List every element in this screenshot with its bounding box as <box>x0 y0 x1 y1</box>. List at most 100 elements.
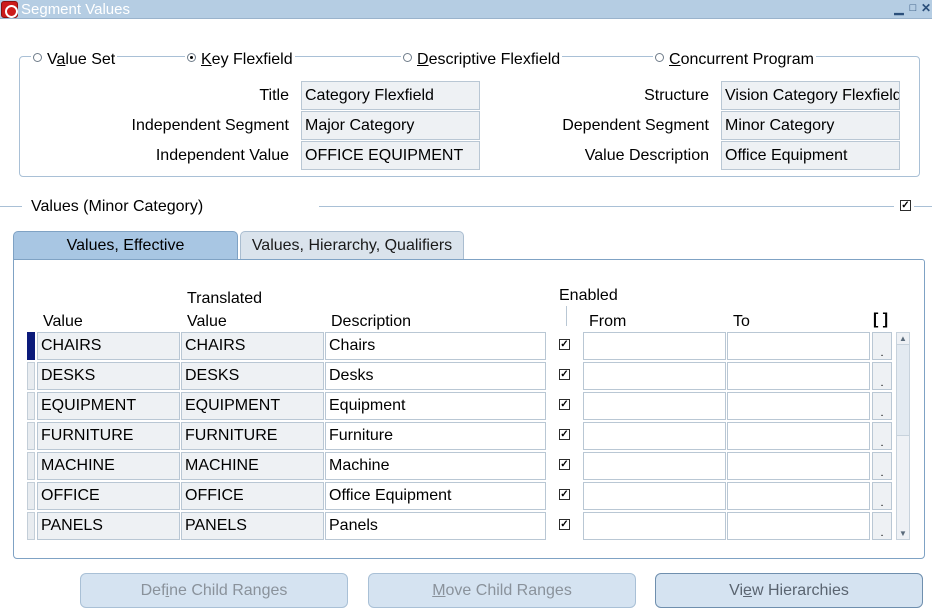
enabled-checkbox[interactable]: ✓ <box>559 519 570 530</box>
section-checkbox[interactable]: ✓ <box>900 200 911 211</box>
define-child-ranges-button[interactable]: Define Child Ranges <box>80 573 348 608</box>
enabled-checkbox[interactable]: ✓ <box>559 459 570 470</box>
radio-button-icon[interactable] <box>33 52 42 62</box>
window-title: Segment Values <box>21 1 130 18</box>
independent-segment-label: Independent Segment <box>131 117 289 134</box>
translated-value-cell[interactable]: FURNITURE <box>181 422 324 450</box>
description-cell[interactable]: Equipment <box>325 392 546 420</box>
translated-value-cell[interactable]: CHAIRS <box>181 332 324 360</box>
radio-descriptive-flexfield[interactable]: Descriptive Flexfield <box>401 50 563 70</box>
from-date-cell[interactable] <box>583 452 726 480</box>
value-cell[interactable]: FURNITURE <box>37 422 180 450</box>
row-indicator[interactable] <box>27 452 35 480</box>
row-indicator-current[interactable] <box>27 332 35 360</box>
to-date-cell[interactable] <box>727 482 870 510</box>
description-cell[interactable]: Machine <box>325 452 546 480</box>
minimize-icon[interactable]: ▁ <box>893 2 905 14</box>
enabled-checkbox[interactable]: ✓ <box>559 429 570 440</box>
scroll-thumb[interactable] <box>896 344 910 436</box>
translated-value-cell[interactable]: PANELS <box>181 512 324 540</box>
descriptive-flex-cell[interactable]: . <box>872 422 892 450</box>
value-cell[interactable]: OFFICE <box>37 482 180 510</box>
description-cell[interactable]: Panels <box>325 512 546 540</box>
from-date-cell[interactable] <box>583 422 726 450</box>
window-title-bar[interactable] <box>0 0 932 19</box>
radio-key-flexfield[interactable]: Key Flexfield <box>185 50 295 70</box>
translated-value-cell[interactable]: EQUIPMENT <box>181 392 324 420</box>
from-date-cell[interactable] <box>583 392 726 420</box>
translated-value-cell[interactable]: DESKS <box>181 362 324 390</box>
descriptive-flex-cell[interactable]: . <box>872 452 892 480</box>
descriptive-flex-cell[interactable]: . <box>872 512 892 540</box>
column-header-translated-value: Value <box>187 313 227 330</box>
description-cell[interactable]: Chairs <box>325 332 546 360</box>
to-date-cell[interactable] <box>727 422 870 450</box>
tab-values-effective[interactable]: Values, Effective <box>13 231 238 259</box>
from-date-cell[interactable] <box>583 362 726 390</box>
enabled-checkbox[interactable]: ✓ <box>559 399 570 410</box>
radio-button-icon[interactable] <box>403 52 412 62</box>
radio-button-selected-icon[interactable] <box>187 52 196 62</box>
translated-value-cell[interactable]: MACHINE <box>181 452 324 480</box>
descriptive-flex-cell[interactable]: . <box>872 392 892 420</box>
descriptive-flex-cell[interactable]: . <box>872 332 892 360</box>
close-icon[interactable]: ✕ <box>920 2 932 14</box>
descriptive-flex-cell[interactable]: . <box>872 362 892 390</box>
to-date-cell[interactable] <box>727 452 870 480</box>
radio-label: Key Flexfield <box>201 51 293 68</box>
enabled-checkbox[interactable]: ✓ <box>559 489 570 500</box>
scroll-up-icon[interactable]: ▲ <box>897 333 909 344</box>
header-divider <box>566 306 567 326</box>
column-header-from: From <box>589 313 627 330</box>
from-date-cell[interactable] <box>583 512 726 540</box>
column-header-to: To <box>733 313 750 330</box>
value-cell[interactable]: MACHINE <box>37 452 180 480</box>
enabled-checkbox[interactable]: ✓ <box>559 369 570 380</box>
structure-label: Structure <box>644 87 709 104</box>
row-indicator[interactable] <box>27 362 35 390</box>
tab-values-hierarchy-qualifiers[interactable]: Values, Hierarchy, Qualifiers <box>240 231 464 259</box>
to-date-cell[interactable] <box>727 362 870 390</box>
section-divider <box>319 206 894 207</box>
maximize-icon[interactable]: □ <box>907 2 919 14</box>
structure-field[interactable]: Vision Category Flexfield <box>721 81 900 110</box>
description-cell[interactable]: Office Equipment <box>325 482 546 510</box>
column-header-translated: Translated <box>187 290 262 307</box>
dependent-segment-label: Dependent Segment <box>562 117 709 134</box>
column-header-enabled: Enabled <box>559 287 618 304</box>
radio-label: Value Set <box>47 51 116 68</box>
radio-label: Descriptive Flexfield <box>417 51 561 68</box>
section-title: Values (Minor Category) <box>31 198 204 215</box>
radio-button-icon[interactable] <box>655 52 664 62</box>
from-date-cell[interactable] <box>583 332 726 360</box>
dependent-segment-field[interactable]: Minor Category <box>721 111 900 140</box>
row-indicator[interactable] <box>27 512 35 540</box>
to-date-cell[interactable] <box>727 392 870 420</box>
radio-concurrent-program[interactable]: Concurrent Program <box>653 50 816 70</box>
independent-value-label: Independent Value <box>155 147 289 164</box>
oracle-app-icon <box>1 1 18 18</box>
value-description-label: Value Description <box>584 147 709 164</box>
enabled-checkbox[interactable]: ✓ <box>559 339 570 350</box>
value-description-field[interactable]: Office Equipment <box>721 141 900 170</box>
to-date-cell[interactable] <box>727 512 870 540</box>
row-indicator[interactable] <box>27 392 35 420</box>
to-date-cell[interactable] <box>727 332 870 360</box>
value-cell[interactable]: PANELS <box>37 512 180 540</box>
descriptive-flex-cell[interactable]: . <box>872 482 892 510</box>
row-indicator[interactable] <box>27 422 35 450</box>
row-indicator[interactable] <box>27 482 35 510</box>
section-divider <box>0 206 22 207</box>
translated-value-cell[interactable]: OFFICE <box>181 482 324 510</box>
value-cell[interactable]: EQUIPMENT <box>37 392 180 420</box>
description-cell[interactable]: Furniture <box>325 422 546 450</box>
description-cell[interactable]: Desks <box>325 362 546 390</box>
view-hierarchies-button[interactable]: View Hierarchies <box>655 573 923 608</box>
from-date-cell[interactable] <box>583 482 726 510</box>
value-cell[interactable]: DESKS <box>37 362 180 390</box>
value-cell[interactable]: CHAIRS <box>37 332 180 360</box>
scroll-down-icon[interactable]: ▼ <box>897 528 909 539</box>
move-child-ranges-button[interactable]: Move Child Ranges <box>368 573 636 608</box>
radio-value-set[interactable]: Value Set <box>31 50 118 70</box>
section-divider <box>914 206 932 207</box>
